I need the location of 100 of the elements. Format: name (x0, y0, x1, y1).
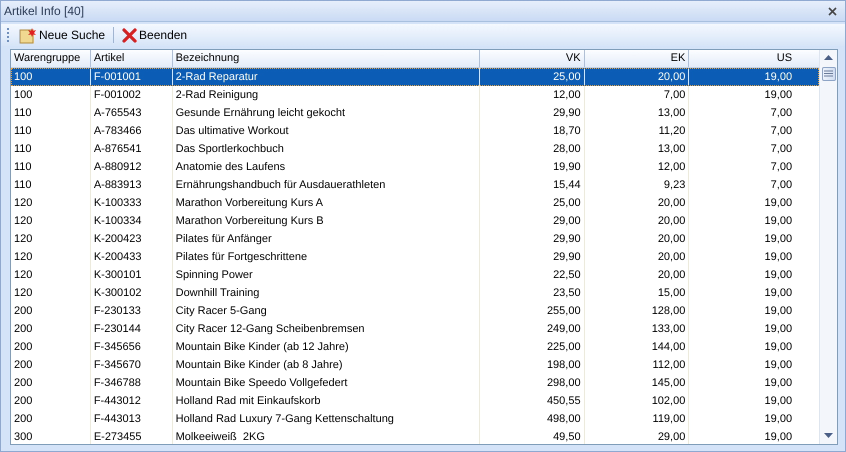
table-cell: 2-Rad Reinigung (172, 86, 480, 104)
column-header[interactable]: Artikel (90, 50, 173, 67)
column-header[interactable]: Bezeichnung (172, 50, 480, 67)
table-cell-text: 7,00 (770, 124, 794, 139)
table-cell-text: 7,00 (770, 178, 794, 193)
table-cell-text: 19,00 (764, 196, 794, 211)
table-cell: 110 (11, 122, 91, 140)
table-row[interactable]: 110 A-876541 Das Sportlerkochbuch 28,00 13,00 7,00 (11, 140, 820, 158)
table-cell: F-346788 (90, 374, 173, 392)
table-cell: 18,70 (480, 122, 585, 140)
table-cell: 29,90 (480, 104, 585, 122)
table-row[interactable]: 200 F-443012 Holland Rad mit Einkaufskorb 450,55 102,00 19,00 (11, 392, 820, 410)
table-row[interactable]: 200 F-345670 Mountain Bike Kinder (ab 8 Jahre) 198,00 112,00 19,00 (11, 356, 820, 374)
scroll-up-icon[interactable] (824, 55, 834, 61)
table-cell: 20,00 (584, 230, 690, 248)
scroll-thumb[interactable] (822, 67, 836, 81)
table-row[interactable]: 120 K-300101 Spinning Power 22,50 20,00 19,00 (11, 266, 820, 284)
table-row[interactable]: 120 K-200423 Pilates für Anfänger 29,90 20,00 19,00 (11, 230, 820, 248)
table-row[interactable]: 120 K-300102 Downhill Training 23,50 15,00 19,00 (11, 284, 820, 302)
grip-icon[interactable] (7, 27, 10, 43)
table-cell: 100 (11, 86, 91, 104)
table-cell: 120 (11, 248, 91, 266)
table-cell: 100 (11, 68, 91, 86)
table-cell: 112,00 (584, 356, 690, 374)
table-cell: 29,90 (480, 248, 585, 266)
table-cell: 25,00 (480, 68, 585, 86)
table-cell: 15,00 (584, 284, 690, 302)
table-row[interactable]: 200 F-345656 Mountain Bike Kinder (ab 12 Jahre) 225,00 144,00 19,00 (11, 338, 820, 356)
table-cell: 19,90 (480, 158, 585, 176)
table-cell: 450,55 (480, 392, 585, 410)
table-cell: 20,00 (584, 194, 690, 212)
table-row[interactable]: 100 F-001002 2-Rad Reinigung 12,00 7,00 19,00 (11, 86, 820, 104)
table-row[interactable]: 120 K-100334 Marathon Vorbereitung Kurs B 29,00 20,00 19,00 (11, 212, 820, 230)
table-cell: 110 (11, 158, 91, 176)
table-cell-text: 19,00 (764, 394, 794, 409)
column-header[interactable]: US (689, 50, 820, 67)
table-cell: A-883913 (90, 176, 173, 194)
table-row[interactable]: 120 K-200433 Pilates für Fortgeschrittene 29,90 20,00 19,00 (11, 248, 820, 266)
table-cell: 13,00 (584, 104, 690, 122)
table-cell: 120 (11, 212, 91, 230)
table-cell: 110 (11, 104, 91, 122)
table-cell-text: 19,00 (764, 232, 794, 247)
table-cell: K-200433 (90, 248, 173, 266)
table-cell-text: 19,00 (764, 322, 794, 337)
table-cell: 2-Rad Reparatur (172, 68, 480, 86)
column-header[interactable]: Warengruppe (11, 50, 91, 67)
table-cell: 120 (11, 284, 91, 302)
table-cell-text: 19,00 (764, 358, 794, 373)
table-cell: Anatomie des Laufens (172, 158, 480, 176)
table-row[interactable]: 200 F-346788 Mountain Bike Speedo Vollgefedert 298,00 145,00 19,00 (11, 374, 820, 392)
table-cell: F-443013 (90, 410, 173, 428)
table-cell: K-100333 (90, 194, 173, 212)
column-header[interactable]: EK (584, 50, 690, 67)
table-cell-text: 19,00 (764, 70, 794, 85)
table-row[interactable]: 200 F-443013 Holland Rad Luxury 7-Gang Kettenschaltung 498,00 119,00 19,00 (11, 410, 820, 428)
table-cell: Pilates für Fortgeschrittene (172, 248, 480, 266)
table-row[interactable]: 110 A-783466 Das ultimative Workout 18,70 11,20 7,00 (11, 122, 820, 140)
table-cell-text: 19,00 (764, 268, 794, 283)
table-cell: Marathon Vorbereitung Kurs B (172, 212, 480, 230)
table-cell: 300 (11, 428, 91, 444)
table-cell: 12,00 (480, 86, 585, 104)
table-cell: 198,00 (480, 356, 585, 374)
table-cell: 200 (11, 410, 91, 428)
table-row[interactable]: 110 A-880912 Anatomie des Laufens 19,90 12,00 7,00 (11, 158, 820, 176)
table-row[interactable]: 200 F-230133 City Racer 5-Gang 255,00 128,00 19,00 (11, 302, 820, 320)
table-cell: K-200423 (90, 230, 173, 248)
table-row[interactable]: 200 F-230144 City Racer 12-Gang Scheibenbremsen 249,00 133,00 19,00 (11, 320, 820, 338)
exit-button[interactable]: Beenden (120, 26, 190, 44)
table-cell: 25,00 (480, 194, 585, 212)
table-cell: Marathon Vorbereitung Kurs A (172, 194, 480, 212)
table-cell-text: 19,00 (764, 304, 794, 319)
table-cell: City Racer 5-Gang (172, 302, 480, 320)
table-cell: 29,90 (480, 230, 585, 248)
table-cell: F-443012 (90, 392, 173, 410)
new-search-button[interactable]: Neue Suche (17, 26, 108, 44)
table-row[interactable]: 110 A-765543 Gesunde Ernährung leicht gekocht 29,90 13,00 7,00 (11, 104, 820, 122)
table-cell: 20,00 (584, 212, 690, 230)
table-cell: Mountain Bike Speedo Vollgefedert (172, 374, 480, 392)
table-cell: 120 (11, 194, 91, 212)
table-cell: 120 (11, 266, 91, 284)
table-cell: City Racer 12-Gang Scheibenbremsen (172, 320, 480, 338)
table-cell: Downhill Training (172, 284, 480, 302)
table-cell: 200 (11, 374, 91, 392)
table-cell-text: 19,00 (764, 340, 794, 355)
table-cell: F-230133 (90, 302, 173, 320)
vertical-scrollbar[interactable] (819, 50, 837, 444)
table-row[interactable]: 100 F-001001 2-Rad Reparatur 25,00 20,00 19,00 (11, 68, 820, 86)
table-cell: 225,00 (480, 338, 585, 356)
table-cell: F-001002 (90, 86, 173, 104)
table-cell: 200 (11, 302, 91, 320)
table-row[interactable]: 120 K-100333 Marathon Vorbereitung Kurs A 25,00 20,00 19,00 (11, 194, 820, 212)
table-cell: Spinning Power (172, 266, 480, 284)
column-header[interactable]: VK (480, 50, 585, 67)
close-icon[interactable] (828, 6, 837, 16)
table-cell: A-880912 (90, 158, 173, 176)
scroll-down-icon[interactable] (824, 433, 834, 439)
table-cell: Holland Rad mit Einkaufskorb (172, 392, 480, 410)
table-row[interactable]: 110 A-883913 Ernährungshandbuch für Ausdauerathleten 15,44 9,23 7,00 (11, 176, 820, 194)
table-cell-text: 19,00 (764, 376, 794, 391)
table-row[interactable]: 300 E-273455 Molkeeiweiß 2KG 49,50 29,00 19,00 (11, 428, 820, 444)
